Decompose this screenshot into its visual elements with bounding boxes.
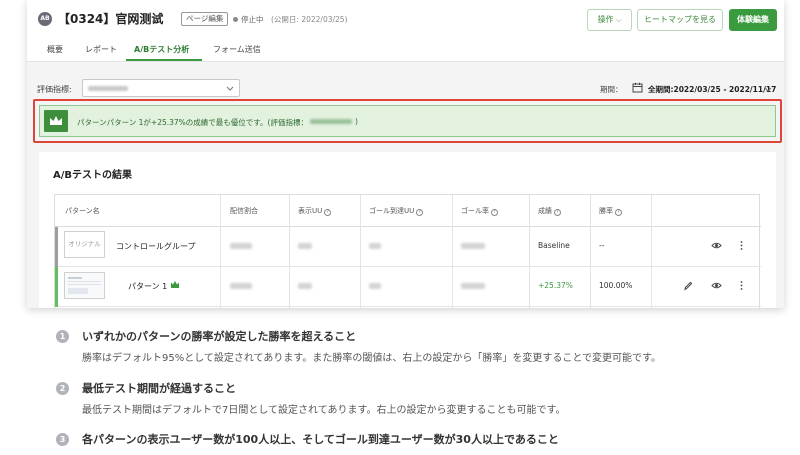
operations-label: 操作 xyxy=(597,15,614,24)
pattern-thumbnail[interactable]: オリジナル xyxy=(64,231,105,258)
project-title: 【0324】官网测试 xyxy=(58,12,164,26)
status-text: 停止中 xyxy=(241,15,264,24)
win-rate-value: -- xyxy=(599,241,605,250)
col-score: 成績? xyxy=(538,206,561,216)
app-logo: AB xyxy=(38,12,52,26)
col-goal-uu-label: ゴール到達UU xyxy=(369,207,415,215)
col-goal-rate-label: ゴール率 xyxy=(461,207,489,215)
col-goal-rate: ゴール率? xyxy=(461,206,498,216)
step-title: いずれかのパターンの勝率が設定した勝率を超えること xyxy=(82,330,357,343)
pattern-name: パターン 1 xyxy=(128,282,168,291)
crown-icon xyxy=(171,281,179,288)
col-impression-uu: 表示UU? xyxy=(298,206,332,216)
metric-value-redacted xyxy=(88,86,128,91)
table-header: パターン名 配信割合 表示UU? ゴール到達UU? ゴール率? 成績? 勝率? xyxy=(55,195,761,227)
period-label: 期間： xyxy=(600,85,623,94)
pattern-thumbnail[interactable] xyxy=(64,272,105,299)
redacted-value xyxy=(369,243,381,249)
results-title: A/Bテストの結果 xyxy=(53,170,133,181)
app-window: AB 【0324】官网测试 ページ編集 停止中 (公開日: 2022/03/25… xyxy=(27,0,784,308)
step-number: 3 xyxy=(56,433,69,446)
help-icon[interactable]: ? xyxy=(615,209,622,216)
tab-ab-test[interactable]: A/Bテスト分析 xyxy=(134,44,189,55)
redacted-value xyxy=(298,243,312,249)
chevron-down-icon: ⌵ xyxy=(616,16,622,24)
more-vertical-icon[interactable] xyxy=(736,280,747,291)
table-row[interactable]: オリジナル コントロールグループ Baseline -- xyxy=(55,227,761,267)
help-icon[interactable]: ? xyxy=(324,209,332,216)
status-dot xyxy=(233,17,238,22)
pattern-name: コントロールグループ xyxy=(116,242,196,251)
pencil-icon[interactable] xyxy=(683,280,694,291)
heatmap-button[interactable]: ヒートマップを見る xyxy=(637,9,723,31)
row-indicator xyxy=(55,267,58,307)
operations-button[interactable]: 操作 ⌵ xyxy=(587,9,632,31)
redacted-value xyxy=(369,283,381,289)
step-title: 最低テスト期間が経過すること xyxy=(82,382,236,395)
active-tab-indicator xyxy=(126,59,202,61)
experience-edit-button[interactable]: 体験編集 xyxy=(729,9,777,31)
pencil-icon[interactable] xyxy=(151,12,163,24)
metric-select[interactable] xyxy=(82,79,240,97)
chevron-down-icon[interactable] xyxy=(763,84,773,94)
step-description: 勝率はデフォルト95%として設定されてあります。また勝率の閾値は、右上の設定から… xyxy=(82,353,662,364)
highlight-frame xyxy=(33,99,782,143)
calendar-icon[interactable] xyxy=(632,82,643,93)
step-title: 各パターンの表示ユーザー数が100人以上、そしてゴール到達ユーザー数が30人以上… xyxy=(82,433,559,446)
step-number: 1 xyxy=(56,330,69,343)
col-goal-uu: ゴール到達UU? xyxy=(369,206,424,216)
redacted-value xyxy=(461,243,485,249)
col-score-label: 成績 xyxy=(538,207,552,215)
redacted-value xyxy=(230,243,252,249)
score-value: +25.37% xyxy=(538,281,573,290)
tab-form-submit[interactable]: フォーム送信 xyxy=(213,44,261,55)
metric-label: 評価指標: xyxy=(37,85,72,94)
redacted-value xyxy=(230,283,252,289)
results-card: A/Bテストの結果 パターン名 配信割合 表示UU? ゴール到達UU? ゴール率… xyxy=(39,152,776,308)
chevron-down-icon xyxy=(226,86,234,91)
step-number: 2 xyxy=(56,382,69,395)
more-vertical-icon[interactable] xyxy=(736,240,747,251)
help-icon[interactable]: ? xyxy=(554,209,561,216)
redacted-value xyxy=(298,283,312,289)
col-impression-uu-label: 表示UU xyxy=(298,207,323,215)
score-value: Baseline xyxy=(538,241,570,250)
row-indicator xyxy=(55,227,58,267)
redacted-value xyxy=(461,283,485,289)
tab-overview[interactable]: 概要 xyxy=(47,44,63,55)
step-description: 最低テスト期間はデフォルトで7日間として設定されてあります。右上の設定から変更す… xyxy=(82,405,566,416)
col-win-rate-label: 勝率 xyxy=(599,207,613,215)
col-distribution: 配信割合 xyxy=(230,206,258,216)
tab-report[interactable]: レポート xyxy=(85,44,117,55)
table-row[interactable]: パターン 1 +25.37% 100.00% xyxy=(55,267,761,307)
eye-icon[interactable] xyxy=(711,240,722,251)
eye-icon[interactable] xyxy=(711,280,722,291)
win-rate-value: 100.00% xyxy=(599,281,633,290)
col-distribution-label: 配信割合 xyxy=(230,207,258,215)
help-icon[interactable]: ? xyxy=(416,209,424,216)
period-value[interactable]: 全期間:2022/03/25 - 2022/11/17 xyxy=(648,84,776,95)
results-table: パターン名 配信割合 表示UU? ゴール到達UU? ゴール率? 成績? 勝率? … xyxy=(54,194,761,308)
header: AB 【0324】官网测试 ページ編集 停止中 (公開日: 2022/03/25… xyxy=(27,0,784,62)
help-icon[interactable]: ? xyxy=(491,209,498,216)
page-edit-tag[interactable]: ページ編集 xyxy=(181,12,229,26)
col-pattern-name: パターン名 xyxy=(65,207,100,215)
published-date: (公開日: 2022/03/25) xyxy=(271,15,348,24)
page-preview-image xyxy=(68,277,101,294)
col-win-rate: 勝率? xyxy=(599,206,622,216)
instructions: 1 いずれかのパターンの勝率が設定した勝率を超えること 勝率はデフォルト95%と… xyxy=(0,318,800,455)
